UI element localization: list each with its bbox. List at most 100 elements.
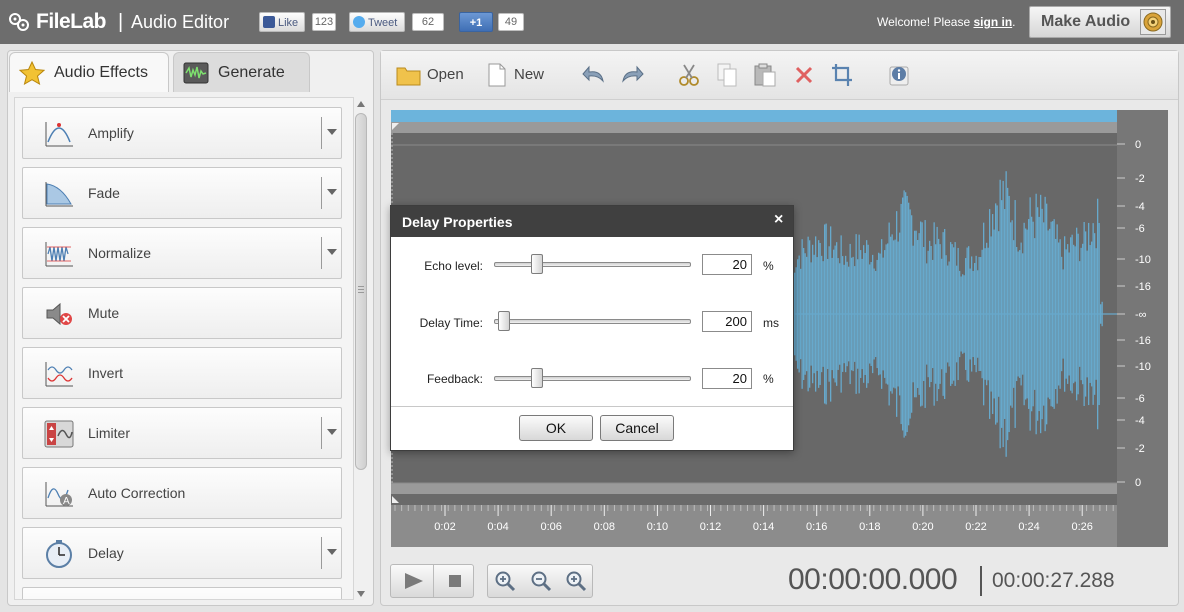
scroll-up-arrow-icon	[357, 101, 365, 107]
db-tick-label: 0	[1135, 139, 1141, 151]
db-tick-label: -6	[1135, 223, 1145, 235]
crop-icon[interactable]	[831, 63, 853, 87]
delay-clock-icon	[46, 540, 72, 568]
like-count: 123	[312, 13, 336, 31]
echo-level-slider[interactable]	[494, 262, 691, 267]
selection-bar[interactable]	[391, 110, 1117, 122]
effect-invert[interactable]: Invert	[22, 347, 342, 399]
speaker-icon	[1140, 9, 1166, 35]
scroll-thumb[interactable]	[355, 113, 367, 470]
info-icon[interactable]	[887, 63, 911, 87]
scroll-down-arrow-icon	[357, 591, 365, 597]
effect-auto-correction[interactable]: A Auto Correction	[22, 467, 342, 519]
app-title: Audio Editor	[131, 12, 230, 32]
effects-list: Amplify Fade Normalize Mute Invert Limit…	[14, 97, 354, 600]
chevron-down-icon[interactable]	[327, 429, 337, 435]
time-tick-label: 0:08	[594, 521, 615, 533]
plus-one-count: 49	[498, 13, 524, 31]
normalize-icon	[45, 242, 73, 267]
echo-level-slider-thumb[interactable]	[531, 254, 543, 274]
dropdown-divider	[321, 537, 322, 569]
feedback-slider-thumb[interactable]	[531, 368, 543, 388]
svg-text:A: A	[63, 496, 70, 507]
effect-delay[interactable]: Delay	[22, 527, 342, 579]
delay-time-input[interactable]: 200	[702, 311, 752, 332]
make-audio-button[interactable]: Make Audio	[1029, 6, 1171, 38]
tab-generate-label: Generate	[218, 64, 285, 81]
sign-in-link[interactable]: sign in	[974, 15, 1013, 29]
delay-properties-dialog: Delay Properties × Echo level: 20 % Dela…	[390, 205, 794, 451]
delay-time-slider-thumb[interactable]	[497, 311, 510, 331]
zoom-controls	[487, 564, 593, 598]
copy-icon[interactable]	[716, 63, 738, 87]
db-tick-label: -2	[1135, 443, 1145, 455]
chevron-down-icon[interactable]	[327, 249, 337, 255]
star-icon	[19, 61, 45, 85]
echo-level-input[interactable]: 20	[702, 254, 752, 275]
facebook-like-button[interactable]: Like	[259, 12, 305, 32]
time-tick-label: 0:14	[753, 521, 774, 533]
time-tick-label: 0:24	[1018, 521, 1039, 533]
effect-label: Normalize	[88, 245, 152, 261]
start-marker-bottom-icon[interactable]	[392, 496, 399, 503]
top-ruler-strip	[391, 122, 1117, 133]
db-tick-label: -4	[1135, 415, 1145, 427]
effect-limiter[interactable]: Limiter	[22, 407, 342, 459]
feedback-label: Feedback:	[426, 372, 483, 386]
db-tick-label: -2	[1135, 173, 1145, 185]
chevron-down-icon[interactable]	[327, 549, 337, 555]
effect-partial[interactable]	[22, 587, 342, 599]
effect-amplify[interactable]: Amplify	[22, 107, 342, 159]
ok-button[interactable]: OK	[519, 415, 593, 441]
effect-mute[interactable]: Mute	[22, 287, 342, 339]
delay-time-slider[interactable]	[494, 319, 691, 324]
zoom-fit-icon[interactable]	[565, 570, 587, 592]
control-divider	[433, 565, 434, 597]
redo-icon[interactable]	[619, 63, 645, 87]
tweet-button[interactable]: Tweet	[349, 12, 405, 32]
db-tick-label: -10	[1135, 254, 1151, 266]
play-icon[interactable]	[403, 572, 425, 590]
feedback-input[interactable]: 20	[702, 368, 752, 389]
effect-fade[interactable]: Fade	[22, 167, 342, 219]
stop-icon[interactable]	[448, 574, 462, 588]
open-folder-icon[interactable]	[396, 63, 422, 87]
echo-level-label: Echo level:	[424, 259, 483, 273]
time-tick-label: 0:18	[859, 521, 880, 533]
cancel-button[interactable]: Cancel	[600, 415, 674, 441]
google-plus-one-button[interactable]: +1	[459, 12, 493, 32]
invert-icon	[45, 362, 73, 387]
delete-x-icon[interactable]	[794, 63, 814, 87]
effect-label: Mute	[88, 305, 120, 321]
undo-icon[interactable]	[581, 63, 607, 87]
current-time: 00:00:00.000	[788, 563, 958, 596]
feedback-slider[interactable]	[494, 376, 691, 381]
paste-icon[interactable]	[753, 63, 777, 87]
mute-icon	[46, 302, 72, 326]
like-label: Like	[278, 17, 299, 29]
close-icon[interactable]: ×	[774, 211, 783, 229]
cut-scissors-icon[interactable]	[678, 63, 700, 87]
zoom-out-icon[interactable]	[530, 570, 552, 592]
time-tick-label: 0:04	[487, 521, 508, 533]
chevron-down-icon[interactable]	[327, 129, 337, 135]
new-file-icon[interactable]	[487, 63, 507, 87]
waveform-generator-icon	[183, 62, 209, 84]
new-button[interactable]: New	[514, 66, 544, 83]
time-separator	[980, 566, 982, 596]
dialog-title-bar[interactable]: Delay Properties ×	[391, 206, 793, 237]
chevron-down-icon[interactable]	[327, 189, 337, 195]
zoom-in-icon[interactable]	[494, 570, 516, 592]
brand-name: FileLab	[36, 10, 107, 33]
tab-audio-effects[interactable]: Audio Effects	[9, 52, 169, 92]
open-button[interactable]: Open	[427, 66, 464, 83]
db-tick-label: 0	[1135, 477, 1141, 489]
effect-normalize[interactable]: Normalize	[22, 227, 342, 279]
tab-generate[interactable]: Generate	[173, 52, 310, 92]
total-time: 00:00:27.288	[992, 569, 1115, 592]
effect-label: Amplify	[88, 125, 134, 141]
time-tick-label: 0:20	[912, 521, 933, 533]
time-tick-label: 0:02	[434, 521, 455, 533]
editor-toolbar: Open New	[381, 51, 1178, 100]
db-tick-label: -10	[1135, 361, 1151, 373]
